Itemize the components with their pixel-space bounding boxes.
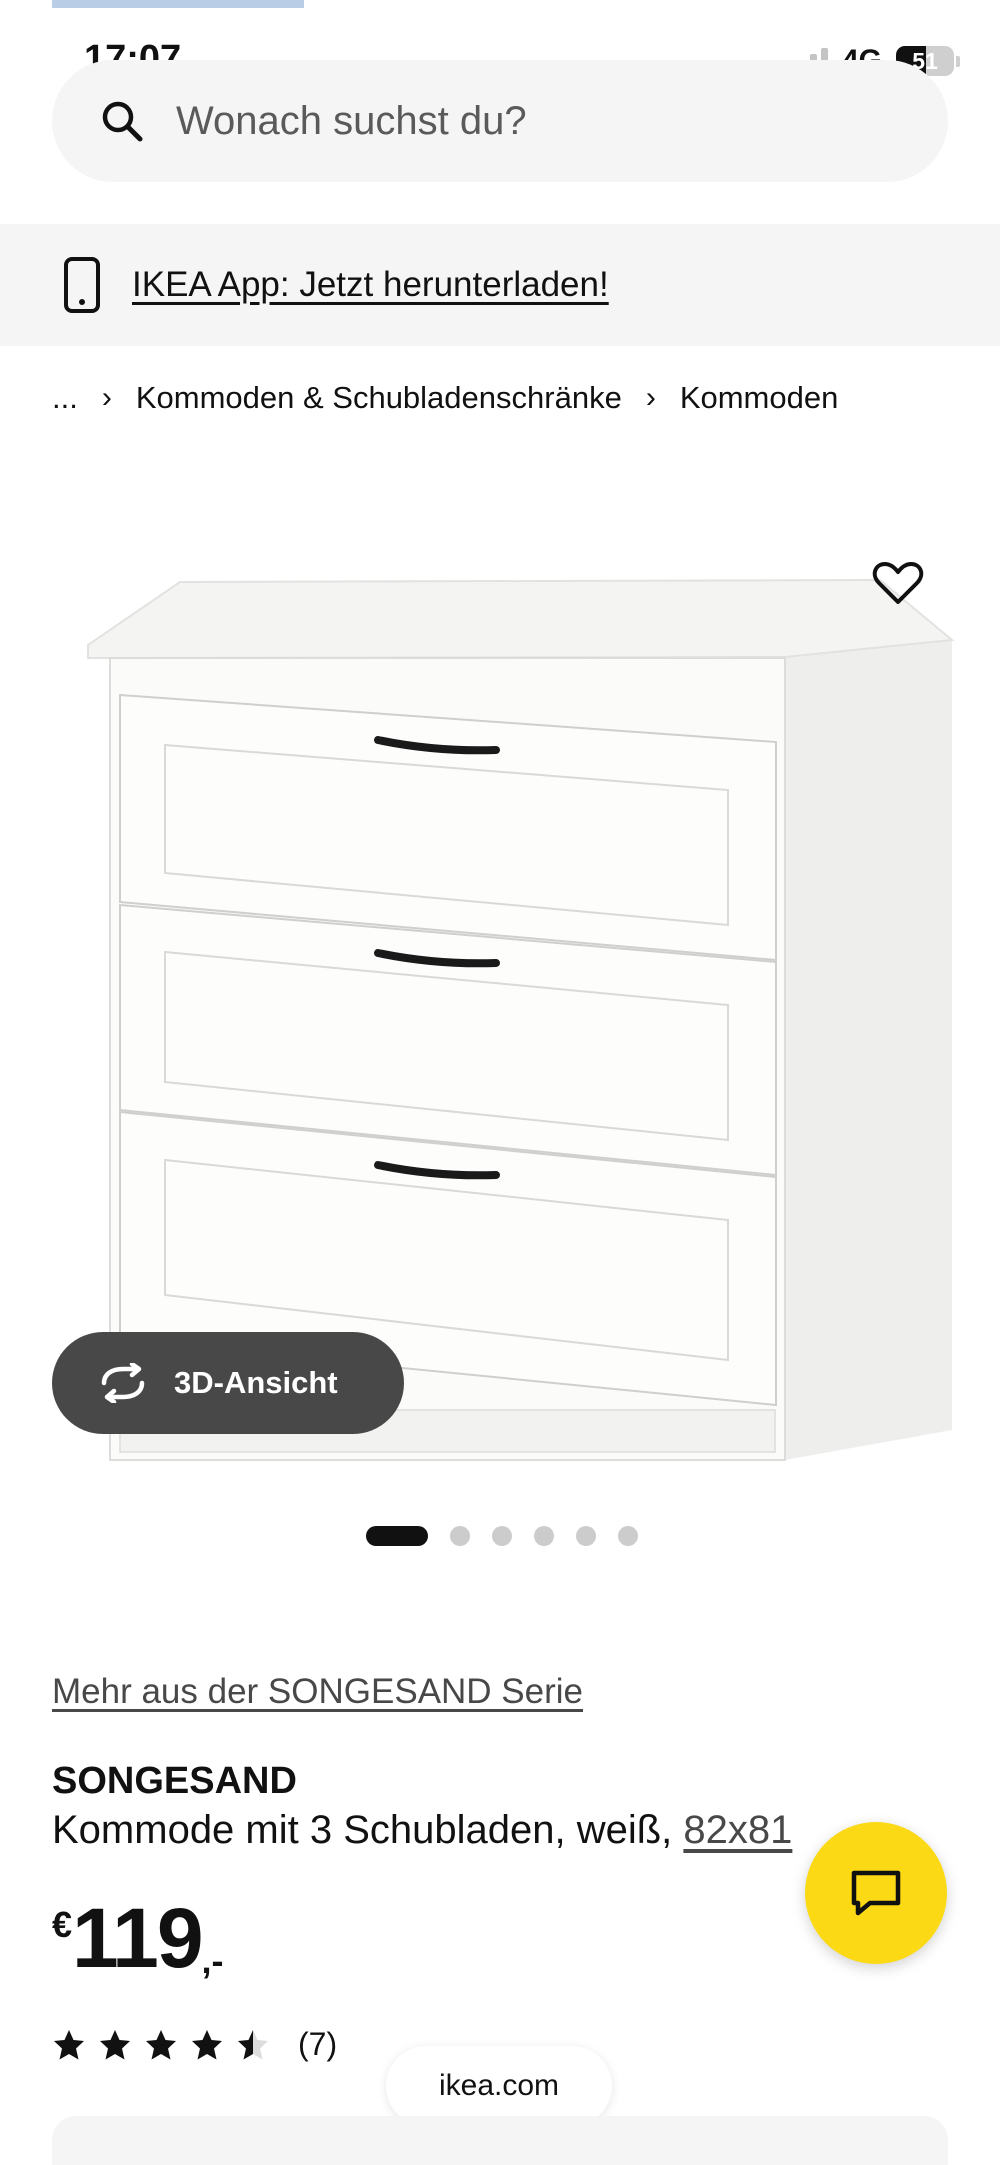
product-price: € 119 ,- (52, 1896, 224, 1982)
app-download-banner[interactable]: IKEA App: Jetzt herunterladen! (0, 224, 1000, 346)
chevron-right-icon: › (645, 381, 656, 414)
app-download-link[interactable]: IKEA App: Jetzt herunterladen! (132, 265, 609, 305)
carousel-dot[interactable] (534, 1526, 554, 1546)
chat-button[interactable] (805, 1822, 947, 1964)
info-card (52, 2116, 948, 2165)
carousel-dots (366, 1526, 638, 1546)
star-icon (146, 2029, 176, 2059)
address-bar[interactable]: ikea.com (386, 2046, 612, 2126)
carousel-dot[interactable] (366, 1526, 428, 1546)
product-name: SONGESAND (52, 1760, 297, 1802)
carousel-dot[interactable] (450, 1526, 470, 1546)
breadcrumb-item-kommoden-schubladenschraenke[interactable]: Kommoden & Schubladenschränke (136, 380, 622, 416)
star-icon (54, 2029, 84, 2059)
rotate-icon (101, 1363, 145, 1403)
search-input[interactable] (176, 98, 876, 144)
search-bar[interactable] (52, 60, 948, 182)
price-integer: 119 (72, 1891, 204, 1985)
chevron-right-icon: › (101, 381, 112, 414)
series-link[interactable]: Mehr aus der SONGESAND Serie (52, 1672, 583, 1712)
carousel-dot[interactable] (618, 1526, 638, 1546)
star-icon (192, 2029, 222, 2059)
carousel-dot[interactable] (576, 1526, 596, 1546)
phone-icon (64, 257, 100, 313)
price-currency: € (52, 1904, 73, 1945)
rating-stars[interactable]: (7) (52, 2026, 337, 2063)
heart-icon[interactable] (872, 560, 924, 606)
battery-cap (956, 55, 960, 67)
search-icon (102, 101, 143, 142)
view-3d-button[interactable]: 3D-Ansicht (52, 1332, 404, 1434)
view-3d-label: 3D-Ansicht (174, 1365, 338, 1400)
previous-tab-thumbnail (52, 0, 304, 8)
star-icon (238, 2029, 268, 2059)
carousel-dot[interactable] (492, 1526, 512, 1546)
breadcrumb: ... › Kommoden & Schubladenschränke › Ko… (52, 380, 838, 416)
star-icon (100, 2029, 130, 2059)
chat-icon (851, 1870, 901, 1916)
breadcrumb-item-kommoden[interactable]: Kommoden (680, 380, 839, 416)
price-decimal: ,- (201, 1940, 224, 1981)
product-dimensions-link[interactable]: 82x81 (683, 1808, 792, 1852)
url-text: ikea.com (438, 2069, 560, 2102)
product-description-text: Kommode mit 3 Schubladen, weiß, (52, 1808, 684, 1852)
review-count[interactable]: (7) (298, 2026, 337, 2063)
breadcrumb-ellipsis[interactable]: ... (52, 380, 78, 416)
product-description: Kommode mit 3 Schubladen, weiß, 82x81 (52, 1808, 792, 1853)
